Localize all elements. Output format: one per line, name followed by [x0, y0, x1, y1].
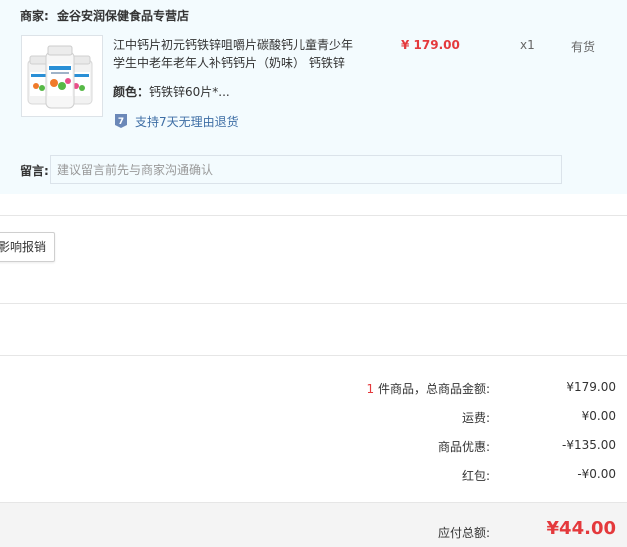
summary-goods-row: 1 件商品，总商品金额: ¥179.00	[0, 380, 627, 398]
section-divider	[0, 215, 627, 216]
shipping-value: ¥0.00	[581, 409, 616, 423]
section-divider	[0, 355, 627, 356]
product-image	[22, 36, 102, 116]
goods-total-label: 1 件商品，总商品金额:	[367, 380, 491, 397]
section-divider	[0, 303, 627, 304]
memo-label: 留言:	[20, 164, 49, 178]
product-title[interactable]: 江中钙片初元钙铁锌咀嚼片碳酸钙儿童青少年学生中老年老年人补钙钙片（奶味） 钙铁锌	[113, 36, 363, 72]
return-policy-text[interactable]: 支持7天无理由退货	[135, 113, 239, 130]
spec-label: 颜色：	[113, 85, 150, 99]
shop-name[interactable]: 金谷安润保健食品专营店	[57, 9, 189, 23]
order-item-panel: 商家: 金谷安润保健食品专营店 江中钙片初元钙铁锌咀嚼片碳酸钙儿童青少年学生中老…	[0, 0, 627, 194]
redpacket-label: 红包:	[461, 469, 490, 483]
product-price: ¥ 179.00	[401, 38, 460, 52]
invoice-button[interactable]: 影响报销	[0, 232, 55, 262]
product-quantity: x1	[520, 38, 535, 52]
payable-total-value: ¥44.00	[546, 518, 616, 539]
product-thumbnail[interactable]	[21, 35, 103, 117]
stock-status: 有货	[571, 40, 596, 54]
return-policy-icon: 7	[115, 114, 127, 128]
spec-value: 钙铁锌60片*...	[149, 85, 230, 99]
summary-discount-row: 商品优惠: -¥135.00	[0, 438, 627, 456]
product-spec: 颜色：钙铁锌60片*...	[113, 83, 230, 100]
summary-shipping-row: 运费: ¥0.00	[0, 409, 627, 427]
return-badge-text: 7	[118, 117, 124, 127]
shop-label: 商家:	[20, 9, 49, 23]
shop-line: 商家: 金谷安润保健食品专营店	[20, 7, 189, 24]
item-count: 1	[366, 382, 375, 396]
discount-value: -¥135.00	[562, 438, 616, 452]
summary-redpacket-row: 红包: -¥0.00	[0, 467, 627, 485]
payable-total-label: 应付总额:	[437, 526, 490, 540]
payable-total-bar: 应付总额: ¥44.00	[0, 502, 627, 547]
discount-label: 商品优惠:	[437, 440, 490, 454]
item-count-suffix: 件商品，总商品金额:	[374, 382, 490, 396]
shipping-label: 运费:	[461, 411, 490, 425]
redpacket-value: -¥0.00	[577, 467, 616, 481]
return-policy: 7 支持7天无理由退货	[113, 112, 239, 130]
memo-input[interactable]	[50, 155, 562, 184]
goods-total-value: ¥179.00	[566, 380, 616, 394]
